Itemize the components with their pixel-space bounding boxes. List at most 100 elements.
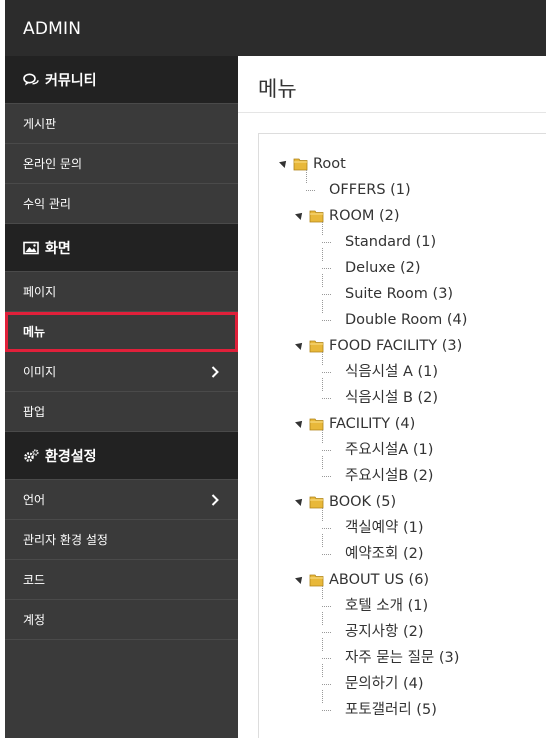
title-divider: [238, 112, 546, 113]
tree-node-leaf[interactable]: 예약조회 (2): [345, 545, 424, 563]
tree-node-leaf[interactable]: Suite Room (3): [345, 285, 453, 303]
tree-node-root[interactable]: Root: [313, 155, 346, 173]
collapse-toggle-icon[interactable]: [279, 158, 289, 168]
collapse-toggle-icon[interactable]: [295, 574, 305, 584]
folder-icon: [309, 340, 324, 353]
sidebar-item-online-inquiry[interactable]: 온라인 문의: [5, 144, 238, 184]
sidebar-item-label: 이미지: [23, 365, 57, 379]
tree-connector: [322, 456, 323, 469]
chevron-right-icon: [211, 494, 219, 506]
tree-connector: [322, 430, 323, 443]
menu-tree-panel: Root OFFERS (1) ROOM (2) Standard (1) Deluxe…: [258, 133, 546, 738]
tree-connector: [306, 190, 315, 191]
sidebar-item-label: 페이지: [23, 285, 57, 299]
folder-icon: [293, 158, 308, 171]
tree-connector: [322, 554, 331, 555]
collapse-toggle-icon[interactable]: [295, 418, 305, 428]
section-label: 커뮤니티: [45, 72, 97, 89]
folder-icon: [309, 496, 324, 509]
sidebar: 커뮤니티 게시판 온라인 문의 수익 관리 화면 페이지 메뉴 이미지 팝업 환…: [5, 56, 238, 738]
sidebar-item-code[interactable]: 코드: [5, 560, 238, 600]
sidebar-item-account[interactable]: 계정: [5, 600, 238, 640]
tree-node[interactable]: FACILITY (4): [329, 415, 415, 433]
sidebar-item-label: 계정: [23, 613, 46, 627]
sidebar-item-revenue[interactable]: 수익 관리: [5, 184, 238, 224]
tree-node-leaf[interactable]: 포토갤러리 (5): [345, 701, 437, 719]
tree-node-leaf[interactable]: 주요시설B (2): [345, 467, 433, 485]
tree-connector: [322, 612, 323, 625]
app-title[interactable]: ADMIN: [23, 19, 81, 39]
section-community[interactable]: 커뮤니티: [5, 56, 238, 104]
folder-icon: [309, 574, 324, 587]
sidebar-item-label: 언어: [23, 493, 46, 507]
tree-connector: [322, 378, 323, 391]
tree-connector: [322, 690, 323, 703]
tree-node[interactable]: ABOUT US (6): [329, 571, 429, 589]
tree-connector: [322, 534, 323, 547]
tree-node-leaf[interactable]: 문의하기 (4): [345, 675, 424, 693]
chat-icon: [23, 73, 39, 85]
tree-node-leaf[interactable]: 식음시설 B (2): [345, 389, 438, 407]
tree-node-leaf[interactable]: Double Room (4): [345, 311, 467, 329]
tree-node-leaf[interactable]: OFFERS (1): [329, 181, 411, 199]
page-title: 메뉴: [258, 77, 297, 101]
top-bar: ADMIN: [5, 0, 546, 56]
sidebar-item-image[interactable]: 이미지: [5, 352, 238, 392]
tree-node[interactable]: ROOM (2): [329, 207, 400, 225]
tree-node[interactable]: BOOK (5): [329, 493, 396, 511]
tree-connector: [322, 294, 331, 295]
tree-connector: [322, 606, 331, 607]
tree-connector: [322, 450, 331, 451]
tree-connector: [322, 352, 323, 365]
section-screen[interactable]: 화면: [5, 224, 238, 272]
tree-node-leaf[interactable]: 식음시설 A (1): [345, 363, 438, 381]
tree-connector: [322, 684, 331, 685]
tree-connector: [322, 320, 331, 321]
sidebar-item-admin-settings[interactable]: 관리자 환경 설정: [5, 520, 238, 560]
tree-connector: [322, 664, 323, 677]
sidebar-item-label: 게시판: [23, 117, 57, 131]
tree-connector: [322, 398, 331, 399]
tree-connector: [322, 632, 331, 633]
sidebar-item-language[interactable]: 언어: [5, 480, 238, 520]
tree-node-leaf[interactable]: 객실예약 (1): [345, 519, 424, 537]
collapse-toggle-icon[interactable]: [295, 496, 305, 506]
section-label: 환경설정: [45, 448, 97, 465]
tree-connector: [322, 476, 331, 477]
tree-connector: [322, 274, 323, 287]
sidebar-item-popup[interactable]: 팝업: [5, 392, 238, 432]
tree-connector: [322, 586, 323, 599]
tree-node-leaf[interactable]: Deluxe (2): [345, 259, 421, 277]
tree-connector: [322, 658, 331, 659]
section-settings[interactable]: 환경설정: [5, 432, 238, 480]
sidebar-item-page[interactable]: 페이지: [5, 272, 238, 312]
tree-connector: [322, 638, 323, 651]
sidebar-item-label: 관리자 환경 설정: [23, 533, 108, 547]
chevron-right-icon: [211, 366, 219, 378]
tree-connector: [322, 300, 323, 313]
tree-node-leaf[interactable]: 자주 묻는 질문 (3): [345, 649, 459, 667]
image-icon: [23, 241, 39, 254]
main-content: 메뉴 Root OFFERS (1) ROOM (2) Standard (1) Del…: [238, 56, 546, 738]
collapse-toggle-icon[interactable]: [295, 340, 305, 350]
sidebar-item-label: 수익 관리: [23, 197, 71, 211]
collapse-toggle-icon[interactable]: [295, 210, 305, 220]
section-label: 화면: [45, 240, 71, 257]
tree-connector: [322, 242, 331, 243]
sidebar-item-label: 팝업: [23, 405, 46, 419]
sidebar-item-label: 메뉴: [23, 325, 46, 339]
folder-icon: [309, 418, 324, 431]
tree-connector: [306, 170, 307, 183]
tree-node[interactable]: FOOD FACILITY (3): [329, 337, 462, 355]
tree-node-leaf[interactable]: 호텔 소개 (1): [345, 597, 428, 615]
sidebar-item-menu[interactable]: 메뉴: [5, 312, 238, 352]
tree-node-leaf[interactable]: 주요시설A (1): [345, 441, 433, 459]
tree-node-leaf[interactable]: 공지사항 (2): [345, 623, 424, 641]
sidebar-item-board[interactable]: 게시판: [5, 104, 238, 144]
tree-connector: [322, 528, 331, 529]
gears-icon: [24, 448, 39, 462]
folder-icon: [309, 210, 324, 223]
tree-node-leaf[interactable]: Standard (1): [345, 233, 436, 251]
sidebar-item-label: 온라인 문의: [23, 157, 83, 171]
tree-connector: [322, 248, 323, 261]
